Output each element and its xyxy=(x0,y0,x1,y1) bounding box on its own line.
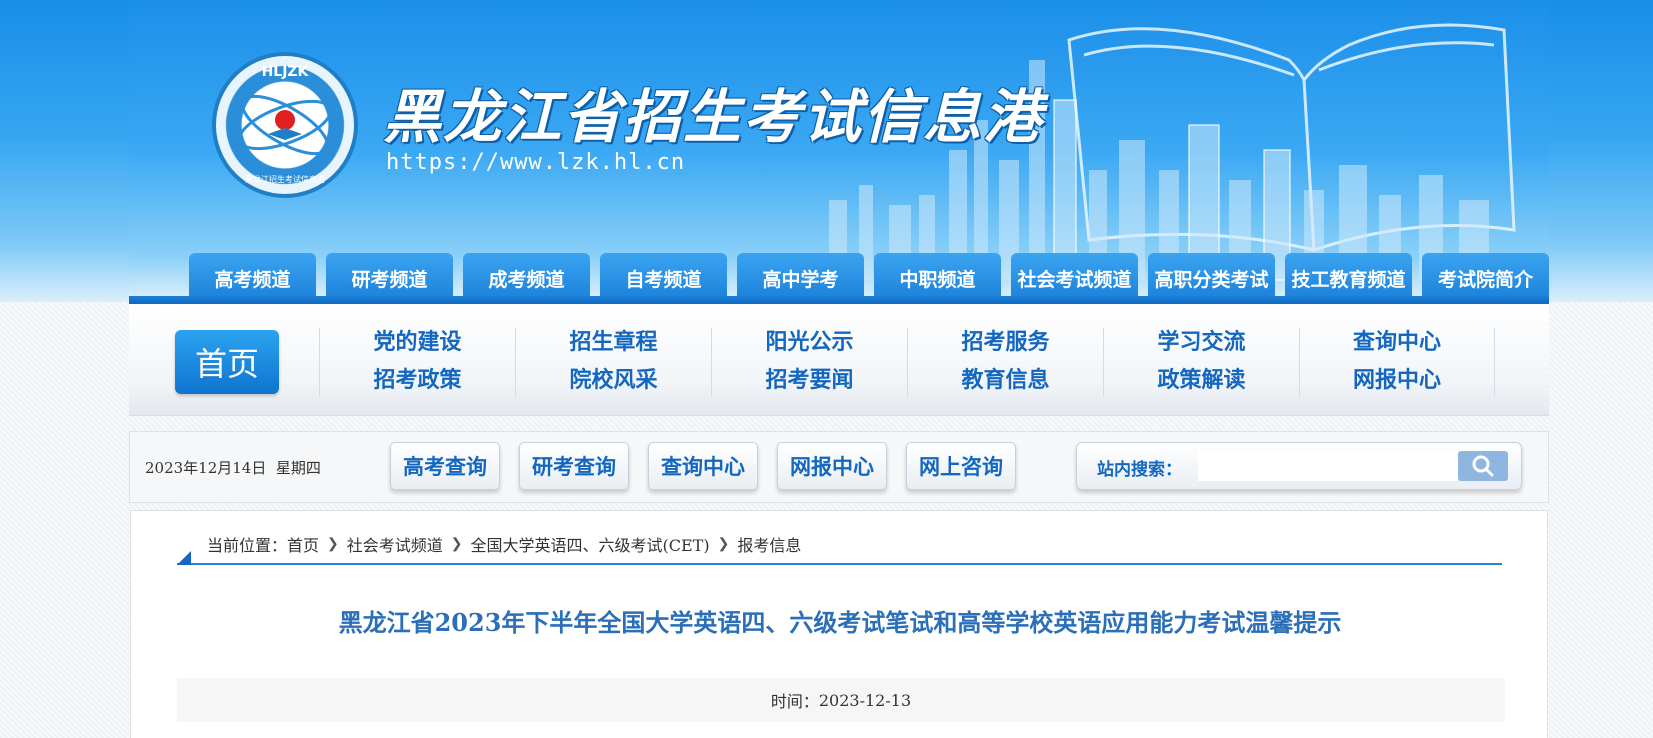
search-button[interactable] xyxy=(1458,451,1508,481)
nav-link-wangbao-zhongxin[interactable]: 网报中心 xyxy=(1353,366,1441,396)
site-logo[interactable]: HLJZK 黑龙江招生考试信息港 xyxy=(212,52,358,198)
search-input[interactable] xyxy=(1198,451,1458,481)
online-consult-button[interactable]: 网上咨询 xyxy=(906,442,1016,490)
breadcrumb-corner-icon xyxy=(177,551,191,565)
current-date: 2023年12月14日 星期四 xyxy=(145,457,321,478)
nav-link-zhaosheng-zhangcheng[interactable]: 招生章程 xyxy=(569,328,657,358)
tab-base-bar xyxy=(129,296,1549,304)
nav-group-2: 招生章程 院校风采 xyxy=(515,328,711,396)
home-button[interactable]: 首页 xyxy=(175,330,279,394)
search-label: 站内搜索： xyxy=(1097,460,1182,480)
nav-link-yangguang-gongshi[interactable]: 阳光公示 xyxy=(765,328,853,358)
nav-link-zhaokao-fuwu[interactable]: 招考服务 xyxy=(961,328,1049,358)
chevron-right-icon: ❯ xyxy=(327,536,339,552)
date-value: 2023年12月14日 xyxy=(145,459,267,477)
article-meta: 时间： 2023-12-13 xyxy=(177,678,1505,722)
article-title: 黑龙江省2023年下半年全国大学英语四、六级考试笔试和高等学校英语应用能力考试温… xyxy=(338,608,1342,637)
nav-link-dangjian[interactable]: 党的建设 xyxy=(373,328,461,358)
nav-group-1: 党的建设 招考政策 xyxy=(319,328,515,396)
weekday-value: 星期四 xyxy=(275,459,321,477)
site-search: 站内搜索： xyxy=(1076,442,1522,490)
main-nav: 首页 党的建设 招考政策 招生章程 院校风采 阳光公示 招考要闻 招考服务 教育… xyxy=(129,304,1549,416)
search-icon xyxy=(1472,455,1494,477)
nav-link-xuexi-jiaoliu[interactable]: 学习交流 xyxy=(1157,328,1245,358)
nav-link-zhaokao-yaowen[interactable]: 招考要闻 xyxy=(765,366,853,396)
toolbar: 2023年12月14日 星期四 高考查询 研考查询 查询中心 网报中心 网上咨询… xyxy=(129,431,1549,503)
breadcrumb-baokao-xinxi[interactable]: 报考信息 xyxy=(737,532,801,556)
nav-group-5: 学习交流 政策解读 xyxy=(1103,328,1299,396)
breadcrumb-prefix: 当前位置： xyxy=(207,536,288,555)
online-registration-button[interactable]: 网报中心 xyxy=(777,442,887,490)
yankao-query-button[interactable]: 研考查询 xyxy=(519,442,629,490)
site-title: 黑龙江省招生考试信息港 xyxy=(383,83,1044,151)
nav-link-yuanxiao-fengcai[interactable]: 院校风采 xyxy=(569,366,657,396)
logo-emblem-icon: HLJZK 黑龙江招生考试信息港 xyxy=(237,64,333,184)
breadcrumb-cet[interactable]: 全国大学英语四、六级考试(CET) xyxy=(471,532,710,556)
chevron-right-icon: ❯ xyxy=(717,536,730,552)
publish-date: 2023-12-13 xyxy=(818,690,912,710)
nav-group-6: 查询中心 网报中心 xyxy=(1299,328,1495,396)
site-url: https://www.lzk.hl.cn xyxy=(386,150,686,175)
gaokao-query-button[interactable]: 高考查询 xyxy=(390,442,500,490)
nav-link-chaxun-zhongxin[interactable]: 查询中心 xyxy=(1353,328,1441,358)
nav-group-4: 招考服务 教育信息 xyxy=(907,328,1103,396)
nav-link-zhaokao-zhengce[interactable]: 招考政策 xyxy=(373,366,461,396)
logo-subtext: 黑龙江招生考试信息港 xyxy=(245,174,325,184)
breadcrumb: 当前位置： 首页 ❯ 社会考试频道 ❯ 全国大学英语四、六级考试(CET) ❯ … xyxy=(177,529,1502,565)
nav-link-jiaoyu-xinxi[interactable]: 教育信息 xyxy=(961,366,1049,396)
query-center-button[interactable]: 查询中心 xyxy=(648,442,758,490)
time-label: 时间： xyxy=(770,692,819,711)
chevron-right-icon: ❯ xyxy=(450,536,463,552)
logo-text: HLJZK xyxy=(262,64,310,80)
breadcrumb-home[interactable]: 首页 xyxy=(287,532,319,556)
article-container: 当前位置： 首页 ❯ 社会考试频道 ❯ 全国大学英语四、六级考试(CET) ❯ … xyxy=(130,510,1548,738)
page: HLJZK 黑龙江招生考试信息港 黑龙江省招生考试信息港 https://www… xyxy=(0,0,1653,738)
nav-link-zhengce-jiedu[interactable]: 政策解读 xyxy=(1157,366,1245,396)
breadcrumb-shehui-kaoshi[interactable]: 社会考试频道 xyxy=(347,532,443,556)
nav-group-3: 阳光公示 招考要闻 xyxy=(711,328,907,396)
